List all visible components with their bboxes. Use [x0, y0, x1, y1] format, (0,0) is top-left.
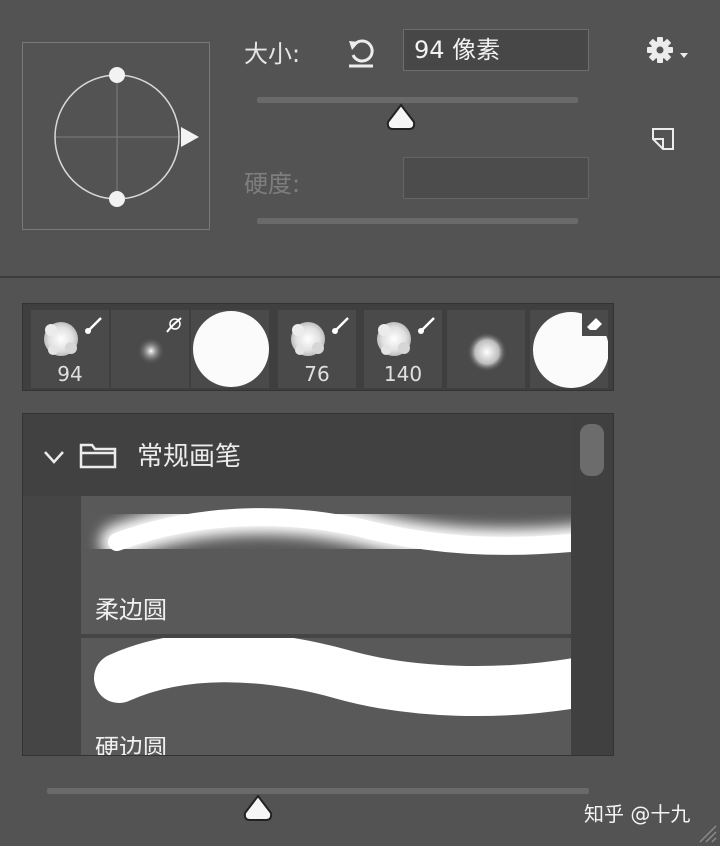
preset-size-label: 76	[304, 362, 330, 386]
brush-name: 柔边圆	[95, 596, 167, 624]
size-slider-thumb[interactable]	[385, 102, 417, 136]
brush-icon	[85, 317, 102, 334]
hardness-input	[403, 157, 589, 199]
brush-icon	[418, 317, 435, 334]
size-input[interactable]: 94 像素	[403, 29, 589, 71]
brush-name: 硬边圆	[95, 734, 167, 756]
airbrush-icon	[166, 317, 182, 333]
chevron-down-icon[interactable]	[41, 444, 69, 472]
preset-size-label: 94	[57, 362, 83, 386]
eraser-badge	[582, 310, 608, 336]
scrollbar-thumb[interactable]	[580, 424, 604, 476]
new-preset-page-icon[interactable]	[646, 122, 680, 156]
hard-round-tip-icon	[193, 311, 269, 387]
preview-size-slider-thumb[interactable]	[242, 793, 274, 827]
chevron-down-icon	[680, 53, 688, 58]
preset-hard-round-large[interactable]	[191, 310, 269, 388]
soft-stroke-preview	[100, 500, 571, 563]
resize-grip-icon[interactable]	[696, 822, 718, 844]
angle-arrow-handle[interactable]	[181, 127, 199, 147]
brush-icon	[332, 317, 349, 334]
preset-soft-airbrush[interactable]	[111, 310, 189, 388]
angle-crosshair-graphic	[54, 67, 199, 207]
recent-brush-presets-strip: 94 76 140	[22, 303, 614, 391]
reset-size-icon[interactable]	[340, 32, 380, 72]
preset-hard-round-eraser[interactable]	[530, 310, 608, 388]
hardness-slider-track	[257, 218, 578, 224]
brush-group-name: 常规画笔	[137, 442, 242, 472]
settings-gear-icon[interactable]	[642, 30, 692, 70]
preview-size-slider-track[interactable]	[47, 788, 589, 794]
brush-item-soft-round[interactable]: 柔边圆	[81, 496, 571, 634]
size-slider-track[interactable]	[257, 97, 578, 103]
eraser-icon	[587, 318, 602, 330]
watermark-text: 知乎 @十九	[584, 802, 691, 826]
soft-round-tip-icon	[467, 332, 507, 372]
brush-group-header[interactable]: 常规画笔	[23, 414, 571, 496]
preset-chalk-94[interactable]: 94	[31, 310, 109, 388]
hard-stroke-preview	[94, 638, 571, 717]
brush-list-panel[interactable]: 常规画笔 柔边圆 硬边圆	[22, 413, 614, 756]
preset-size-label: 140	[383, 362, 423, 386]
preset-soft-round[interactable]	[447, 310, 525, 388]
brush-item-hard-round[interactable]: 硬边圆	[81, 638, 571, 756]
section-divider	[0, 276, 720, 278]
roundness-handle-top[interactable]	[109, 67, 125, 83]
folder-icon	[79, 443, 117, 469]
preset-chalk-76[interactable]: 76	[278, 310, 356, 388]
roundness-handle-bottom[interactable]	[109, 191, 125, 207]
size-label: 大小:	[244, 40, 301, 68]
preset-chalk-140[interactable]: 140	[364, 310, 442, 388]
hardness-label: 硬度:	[244, 170, 301, 198]
brush-angle-roundness-preview[interactable]	[22, 42, 210, 230]
